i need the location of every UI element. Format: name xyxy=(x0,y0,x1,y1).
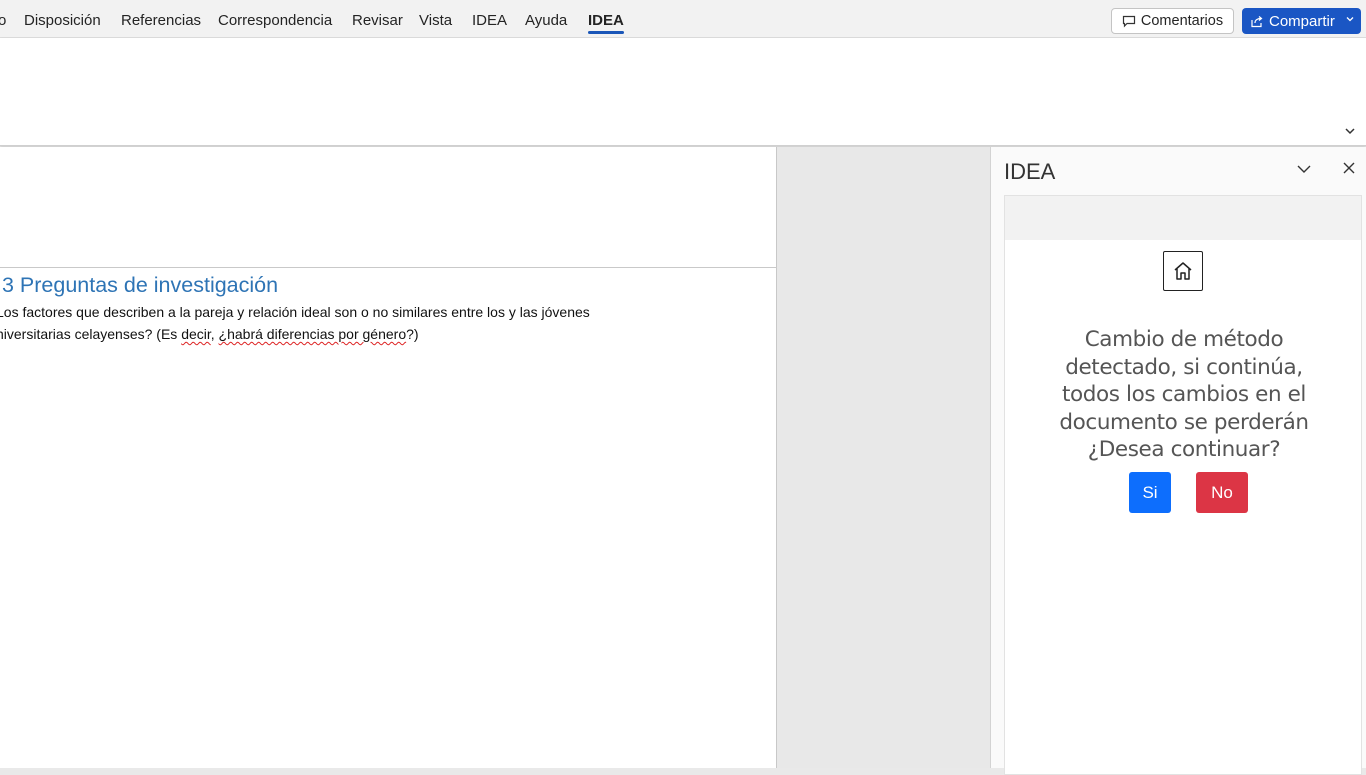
share-icon xyxy=(1251,15,1263,27)
home-icon xyxy=(1174,262,1192,280)
tab-correspondencia[interactable]: Correspondencia xyxy=(218,12,332,29)
pane-options-chevron-icon[interactable] xyxy=(1296,161,1312,177)
tab-partial[interactable]: o xyxy=(0,12,6,29)
tab-disposicion[interactable]: Disposición xyxy=(24,12,101,29)
ribbon-panel xyxy=(0,38,1366,146)
tab-referencias[interactable]: Referencias xyxy=(121,12,201,29)
comments-button[interactable]: Comentarios xyxy=(1111,8,1234,34)
paragraph-line-1: Los factores que describen a la pareja y… xyxy=(0,304,590,320)
tab-revisar[interactable]: Revisar xyxy=(352,12,403,29)
tab-idea-active[interactable]: IDEA xyxy=(588,12,624,34)
document-page[interactable]: .3 Preguntas de investigación Los factor… xyxy=(0,147,777,768)
share-label: Compartir xyxy=(1269,12,1335,30)
comments-label: Comentarios xyxy=(1140,13,1224,29)
spelling-error-word[interactable]: decir xyxy=(181,326,211,342)
tab-vista[interactable]: Vista xyxy=(419,12,452,29)
page-break-line xyxy=(0,267,777,268)
addin-frame: Cambio de método detectado, si continúa,… xyxy=(1004,195,1362,775)
home-button[interactable] xyxy=(1163,251,1203,291)
line2-text: niversitarias celayenses? (Es xyxy=(0,326,182,342)
comment-icon xyxy=(1122,15,1135,27)
line2-text-mid: , xyxy=(210,326,219,342)
tab-ayuda[interactable]: Ayuda xyxy=(525,12,567,29)
chevron-down-icon[interactable] xyxy=(1345,14,1355,24)
tab-idea[interactable]: IDEA xyxy=(472,12,507,29)
menu-bar: o Disposición Referencias Correspondenci… xyxy=(0,0,1366,38)
document-canvas: .3 Preguntas de investigación Los factor… xyxy=(0,147,990,768)
close-icon[interactable] xyxy=(1342,161,1356,175)
no-button[interactable]: No xyxy=(1196,472,1248,513)
share-button[interactable]: Compartir xyxy=(1242,8,1361,34)
idea-task-pane: IDEA Cambio de método detectado, si cont… xyxy=(990,147,1366,775)
ribbon-collapse-chevron-icon[interactable] xyxy=(1344,125,1356,137)
line2-text-end: ?) xyxy=(406,326,419,342)
pane-title: IDEA xyxy=(1004,159,1056,184)
grammar-error-phrase[interactable]: ¿habrá diferencias por género xyxy=(219,326,407,342)
section-heading: .3 Preguntas de investigación xyxy=(0,273,279,297)
yes-button[interactable]: Si xyxy=(1129,472,1171,513)
paragraph-line-2: niversitarias celayenses? (Es decir, ¿ha… xyxy=(0,326,419,342)
addin-header-strip xyxy=(1005,196,1361,240)
confirmation-message: Cambio de método detectado, si continúa,… xyxy=(1059,327,1309,462)
